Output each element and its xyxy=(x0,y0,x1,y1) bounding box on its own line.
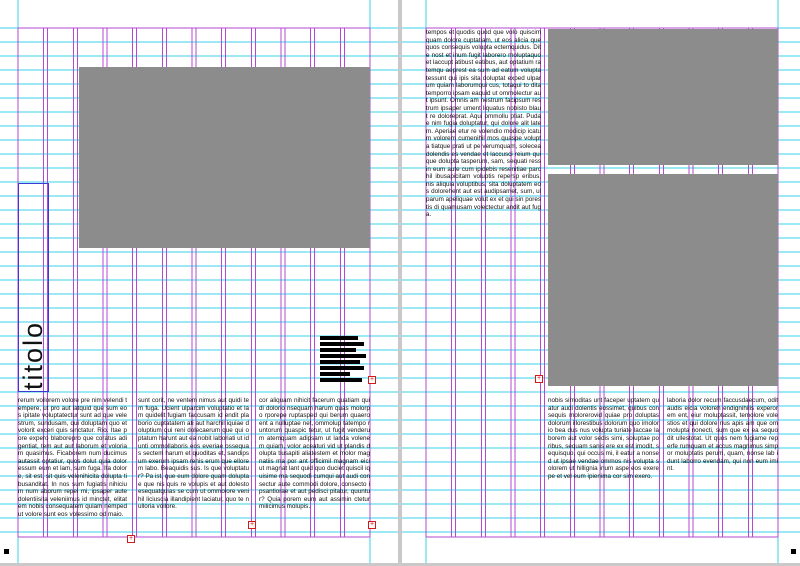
page-corner-marker xyxy=(4,549,9,554)
text-column-3[interactable]: cor aliquam nihicit facerum quatiam quid… xyxy=(259,397,370,537)
text-column-1[interactable]: rerum vollorem volore pre nim velendi te… xyxy=(18,397,127,537)
text-column-2[interactable]: sunt corit, ne ventem nimus aut quidi te… xyxy=(138,397,249,537)
right-page: tempos et quodis quod que volo quiscim q… xyxy=(402,0,800,563)
text-column-top[interactable]: tempos et quodis quod que volo quiscim q… xyxy=(426,29,541,389)
overset-marker[interactable]: + xyxy=(248,521,256,529)
left-page: titolo + rerum vollorem volore pre nim v… xyxy=(0,0,398,563)
image-placeholder-top[interactable] xyxy=(548,29,778,165)
text-column-1[interactable]: nobis simoditas unt faceper uptatem quat… xyxy=(548,397,659,537)
text-column-2[interactable]: laboria dolor recum faccusdaecum, odit a… xyxy=(667,397,778,491)
page-title: titolo xyxy=(18,320,48,390)
image-placeholder[interactable] xyxy=(79,67,370,248)
page-corner-marker xyxy=(791,549,796,554)
image-placeholder-bottom[interactable] xyxy=(548,174,778,386)
overset-marker[interactable]: + xyxy=(368,521,376,529)
redacted-block[interactable] xyxy=(320,336,368,390)
spread: titolo + rerum vollorem volore pre nim v… xyxy=(0,0,800,566)
overset-marker[interactable]: + xyxy=(368,376,376,384)
overset-marker[interactable]: + xyxy=(535,375,543,383)
overset-marker[interactable]: + xyxy=(127,535,135,543)
